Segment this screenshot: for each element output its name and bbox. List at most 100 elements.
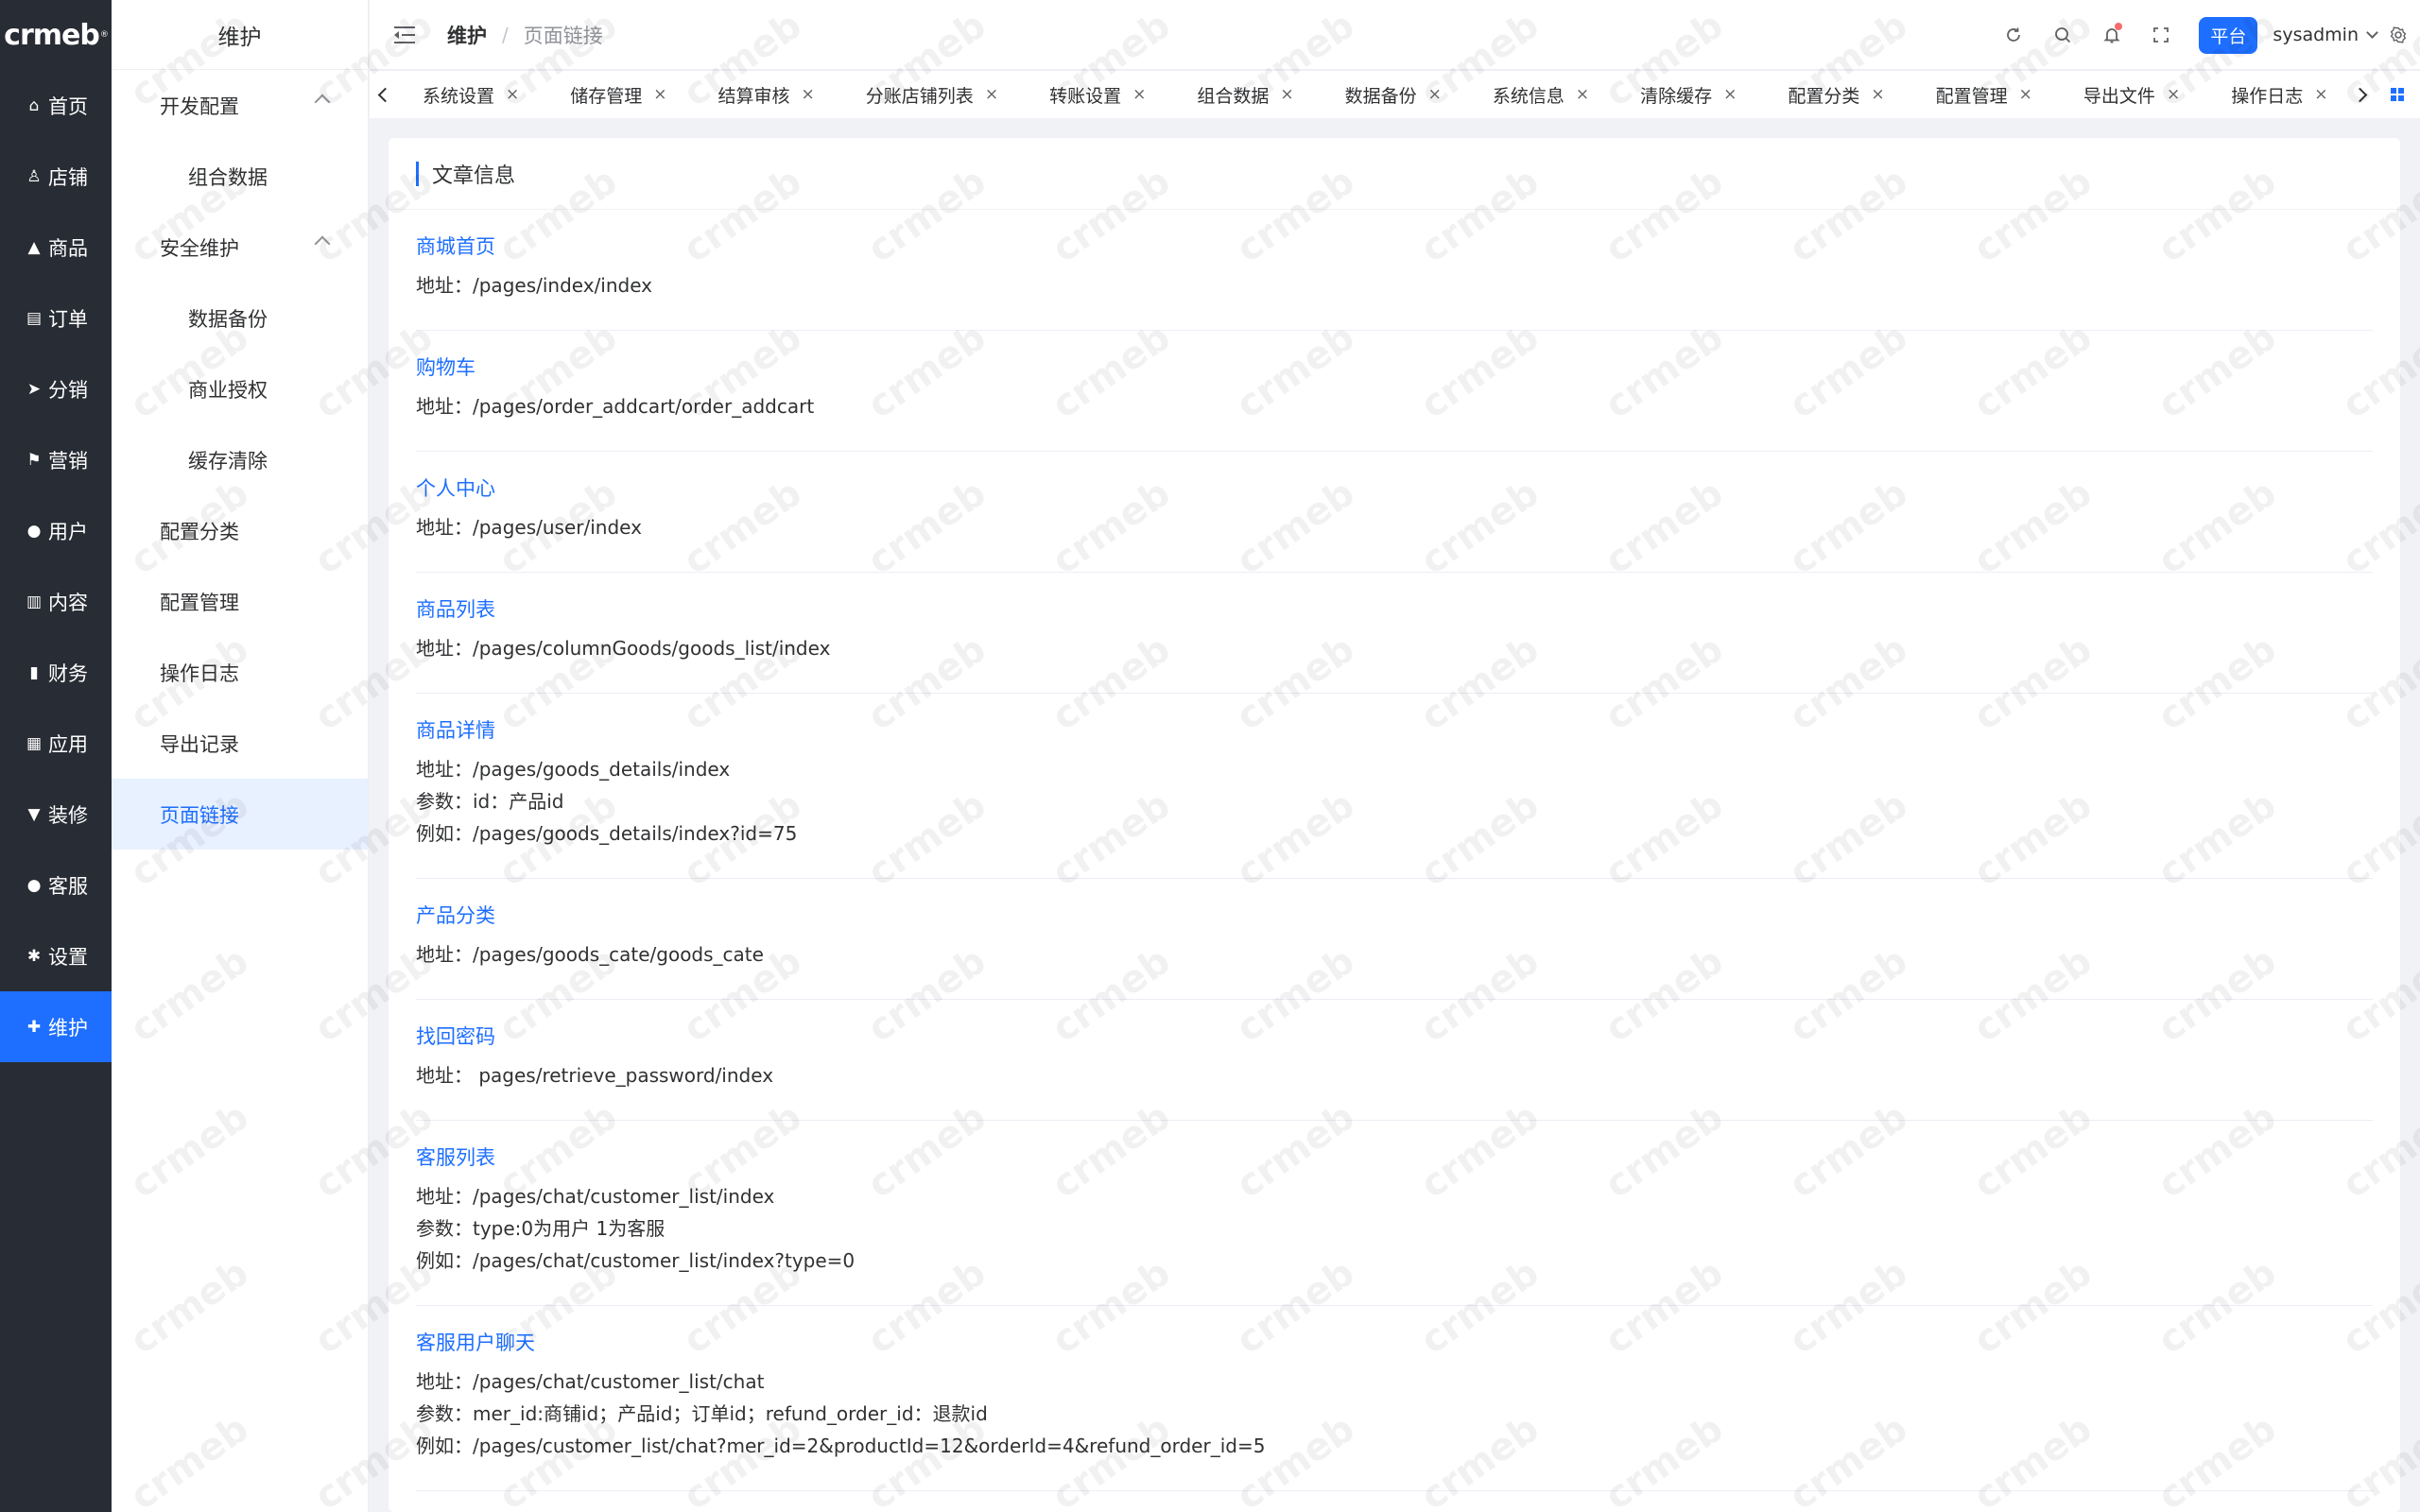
close-icon[interactable]: × (653, 85, 666, 104)
tabs-scroll-left-icon[interactable] (370, 71, 394, 118)
title-accent-bar (416, 161, 419, 186)
tab[interactable]: 导出文件 × (2055, 71, 2203, 118)
rail-item[interactable]: ● 用户 (0, 495, 112, 566)
tab-label: 分账店铺列表 (865, 85, 974, 107)
link-title[interactable]: 找回密码 (416, 1025, 2373, 1048)
logo-mark: ® (99, 30, 109, 40)
close-icon[interactable]: × (1132, 85, 1146, 104)
rail-item[interactable]: ♙ 店铺 (0, 141, 112, 212)
close-icon[interactable]: × (2314, 85, 2327, 104)
link-title[interactable]: 产品分类 (416, 904, 2373, 927)
tabs-scroll-right-icon[interactable] (2350, 71, 2375, 118)
tab[interactable]: 配置分类 × (1759, 71, 1907, 118)
subnav-item[interactable]: 缓存清除 (112, 424, 368, 495)
rail-item[interactable]: ▮ 财务 (0, 637, 112, 708)
subnav-item[interactable]: 操作日志 (112, 637, 368, 708)
top-header: 维护 / 页面链接 平台 sysadmin (370, 0, 2420, 70)
breadcrumb-parent[interactable]: 维护 (447, 21, 487, 49)
link-detail: 地址：/pages/order_addcart/order_addcart (416, 395, 815, 418)
tab-label: 数据备份 (1344, 85, 1417, 107)
breadcrumb-separator: / (502, 23, 509, 46)
rail-item-label: 客服 (48, 874, 88, 898)
link-title[interactable]: 个人中心 (416, 477, 2373, 500)
distribution-icon: ➤ (26, 379, 42, 399)
subnav-item[interactable]: 配置管理 (112, 566, 368, 637)
rail-item[interactable]: ✚ 维护 (0, 991, 112, 1062)
link-title[interactable]: 购物车 (416, 356, 2373, 379)
close-icon[interactable]: × (1428, 85, 1442, 104)
tab[interactable]: 数据备份 × (1317, 71, 1464, 118)
breadcrumb-current: 页面链接 (523, 24, 603, 47)
service-icon: ● (26, 875, 42, 895)
logo[interactable]: crmeb ® (0, 0, 112, 70)
subnav-item[interactable]: 安全维护 (112, 212, 368, 283)
rail-item[interactable]: ⌂ 首页 (0, 70, 112, 141)
tab[interactable]: 分账店铺列表 × (838, 71, 1021, 118)
rail-item[interactable]: ▲ 商品 (0, 212, 112, 283)
rail-item[interactable]: ➤ 分销 (0, 353, 112, 424)
close-icon[interactable]: × (1576, 85, 1589, 104)
username: sysadmin (2273, 25, 2359, 45)
tab[interactable]: 系统设置 × (394, 71, 542, 118)
theme-settings-icon[interactable] (2377, 0, 2420, 70)
subnav-item[interactable]: 商业授权 (112, 353, 368, 424)
tab[interactable]: 组合数据 × (1168, 71, 1316, 118)
tab[interactable]: 储存管理 × (542, 71, 689, 118)
platform-button[interactable]: 平台 (2199, 16, 2258, 54)
subnav-item[interactable]: 页面链接 (112, 779, 368, 850)
subnav-item[interactable]: 组合数据 (112, 141, 368, 212)
user-menu[interactable]: sysadmin (2273, 25, 2378, 45)
maintenance-icon: ✚ (26, 1017, 42, 1037)
subnav-item-label: 安全维护 (160, 236, 239, 260)
subnav-item[interactable]: 开发配置 (112, 70, 368, 141)
rail-item[interactable]: ⚑ 营销 (0, 424, 112, 495)
close-icon[interactable]: × (1871, 85, 1884, 104)
fullscreen-icon[interactable] (2136, 0, 2186, 70)
refresh-icon[interactable] (1989, 0, 2038, 70)
rail-item-label: 订单 (48, 307, 88, 331)
tab-label: 导出文件 (2083, 85, 2155, 107)
close-icon[interactable]: × (1280, 85, 1293, 104)
close-icon[interactable]: × (2019, 85, 2032, 104)
close-icon[interactable]: × (802, 85, 815, 104)
subnav-item[interactable]: 数据备份 (112, 283, 368, 353)
rail-item-label: 财务 (48, 662, 88, 685)
rail-item[interactable]: ▤ 订单 (0, 283, 112, 353)
rail-item[interactable]: ✱ 设置 (0, 920, 112, 991)
rail-item[interactable]: ▥ 内容 (0, 566, 112, 637)
search-icon[interactable] (2038, 0, 2087, 70)
tab[interactable]: 结算审核 × (690, 71, 838, 118)
tab[interactable]: 配置管理 × (1908, 71, 2055, 118)
collapse-menu-icon[interactable] (394, 26, 415, 43)
link-title[interactable]: 商城首页 (416, 235, 2373, 258)
link-entry: 客服列表 地址：/pages/chat/customer_list/index 参数… (416, 1121, 2373, 1306)
content-card: 文章信息 商城首页 地址：/pages/index/index 购物车 地址：/pag… (389, 138, 2400, 1512)
rail-item[interactable]: ▦ 应用 (0, 708, 112, 779)
link-detail: 例如：/pages/chat/customer_list/index?type=… (416, 1249, 856, 1272)
rail-item[interactable]: ▼ 装修 (0, 779, 112, 850)
tabs-menu-icon[interactable] (2375, 71, 2420, 118)
tab[interactable]: 清除缓存 × (1612, 71, 1759, 118)
close-icon[interactable]: × (1723, 85, 1737, 104)
tab-strip: 系统设置 × 储存管理 × 结算审核 × 分账店铺列表 × 转账设置 × 组合数据 × 数据备份 × 系统信… (394, 71, 2350, 118)
link-title[interactable]: 商品详情 (416, 719, 2373, 742)
bell-icon[interactable] (2087, 0, 2136, 70)
tab-label: 配置管理 (1935, 85, 2008, 107)
subnav-item[interactable]: 配置分类 (112, 495, 368, 566)
rail-item-label: 用户 (48, 520, 88, 543)
link-title[interactable]: 客服用户聊天 (416, 1332, 2373, 1354)
close-icon[interactable]: × (985, 85, 998, 104)
close-icon[interactable]: × (506, 85, 519, 104)
subnav-item-label: 组合数据 (188, 165, 268, 189)
tab-label: 储存管理 (570, 85, 643, 107)
link-title[interactable]: 商品列表 (416, 598, 2373, 621)
tab[interactable]: 操作日志 × (2203, 71, 2350, 118)
rail-item[interactable]: ● 客服 (0, 850, 112, 920)
tab[interactable]: 系统信息 × (1464, 71, 1612, 118)
link-title[interactable]: 客服列表 (416, 1146, 2373, 1169)
marketing-icon: ⚑ (26, 450, 42, 470)
subnav-item[interactable]: 导出记录 (112, 708, 368, 779)
close-icon[interactable]: × (2167, 85, 2180, 104)
tab[interactable]: 转账设置 × (1021, 71, 1168, 118)
link-entry: 个人中心 地址：/pages/user/index (416, 452, 2373, 573)
